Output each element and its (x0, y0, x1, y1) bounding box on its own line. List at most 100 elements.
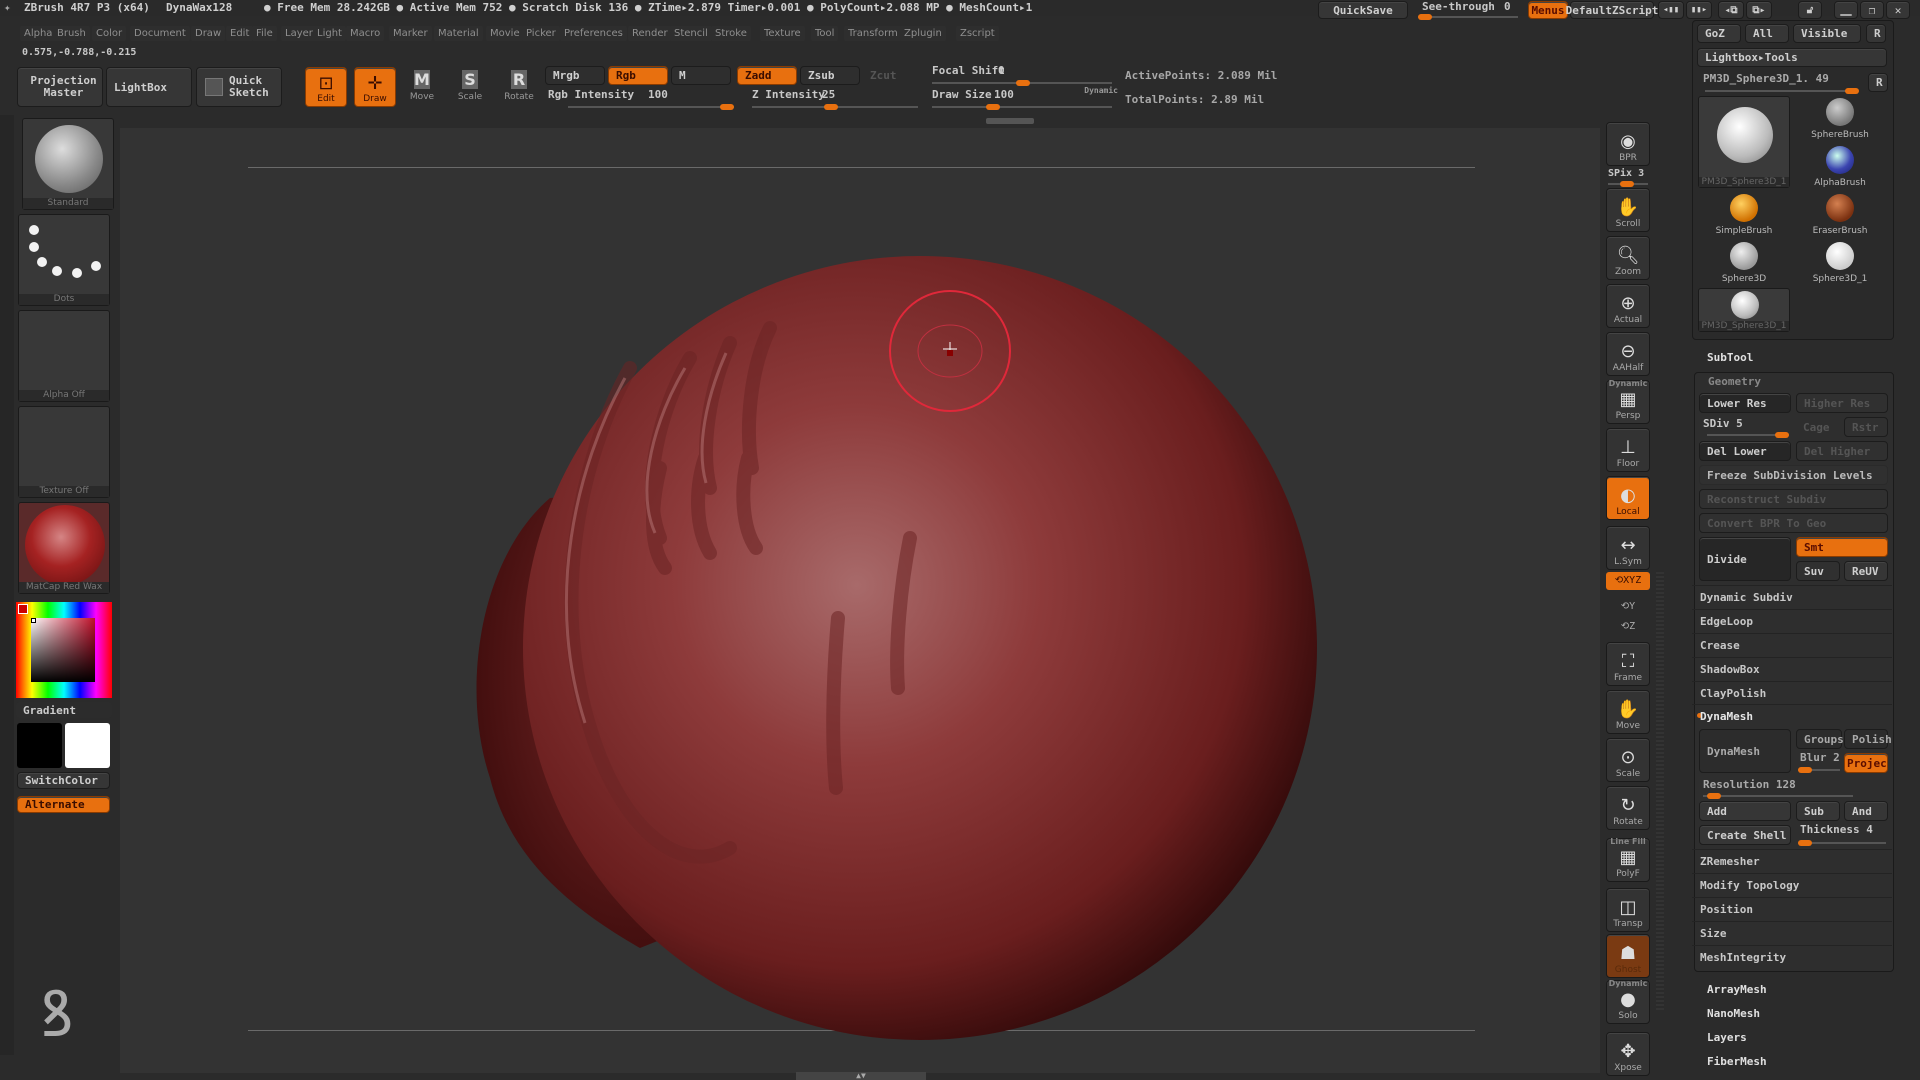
menu-material[interactable]: Material (434, 26, 483, 41)
menu-alpha[interactable]: Alpha (20, 26, 57, 41)
quicksave-button[interactable]: QuickSave (1318, 1, 1408, 19)
menu-picker[interactable]: Picker (522, 26, 560, 41)
lower-res-button[interactable]: Lower Res (1699, 393, 1791, 413)
menu-stencil[interactable]: Stencil (670, 26, 712, 41)
color-picker-cursor[interactable] (31, 618, 36, 623)
ghost-button[interactable]: ☗ Ghost (1606, 934, 1650, 978)
color-picker[interactable] (16, 602, 112, 698)
divide-button[interactable]: Divide (1699, 537, 1791, 581)
subpalette-layers[interactable]: Layers (1707, 1031, 1747, 1044)
spix-slider[interactable]: SPix 3 (1606, 166, 1650, 187)
subpalette-arraymesh[interactable]: ArrayMesh (1707, 983, 1767, 996)
scroll-button[interactable]: ✋ Scroll (1606, 188, 1650, 232)
menu-light[interactable]: Light (313, 26, 346, 41)
freeze-subdivision-button[interactable]: Freeze SubDivision Levels (1699, 465, 1888, 485)
floor-button[interactable]: ⊥ Floor (1606, 428, 1650, 472)
lock-icon[interactable]: 🔓︎ (1798, 1, 1822, 19)
section-meshintegrity[interactable]: MeshIntegrity (1692, 945, 1892, 967)
persp-button[interactable]: Dynamic ▦ Persp (1606, 379, 1650, 424)
menu-transform[interactable]: Transform (844, 26, 902, 41)
transp-button[interactable]: ◫ Transp (1606, 888, 1650, 932)
z-intensity-slider[interactable]: Z Intensity 25 (752, 88, 918, 110)
section-edgeloop[interactable]: EdgeLoop (1692, 609, 1892, 631)
goz-all-button[interactable]: All (1745, 24, 1789, 43)
del-higher-button[interactable]: Del Higher (1796, 441, 1888, 461)
section-dynamic-subdiv[interactable]: Dynamic Subdiv (1692, 585, 1892, 607)
tool-item[interactable]: AlphaBrush (1794, 144, 1886, 188)
local-button[interactable]: ◐ Local (1606, 476, 1650, 520)
section-claypolish[interactable]: ClayPolish (1692, 681, 1892, 703)
focal-shift-slider[interactable]: Focal Shift 0 (932, 64, 1112, 86)
m-button[interactable]: M (671, 66, 731, 85)
actual-button[interactable]: ⊕ Actual (1606, 284, 1650, 328)
menu-zplugin[interactable]: Zplugin (900, 26, 946, 41)
dynamesh-add-button[interactable]: Add (1699, 801, 1791, 821)
texture-selector[interactable]: Texture Off (18, 406, 110, 498)
rotate-button[interactable]: ↻ Rotate (1606, 786, 1650, 830)
frame-button[interactable]: ⛶ Frame (1606, 642, 1650, 686)
tool-item[interactable]: PM3D_Sphere3D_1 (1698, 96, 1790, 188)
alternate-button[interactable]: Alternate (17, 796, 110, 813)
blur-slider[interactable]: Blur 2 (1796, 751, 1842, 773)
polyf-button[interactable]: Line Fill ▦ PolyF (1606, 837, 1650, 882)
solo-button[interactable]: Dynamic ● Solo (1606, 979, 1650, 1024)
menu-color[interactable]: Color (92, 26, 127, 41)
lightbox-tools-button[interactable]: Lightbox▸Tools (1697, 48, 1887, 67)
dynamesh-groups-toggle[interactable]: Groups (1796, 729, 1844, 749)
dynamesh-project-toggle[interactable]: Project (1844, 753, 1888, 773)
close-icon[interactable]: ✕ (1886, 1, 1910, 19)
menu-stroke[interactable]: Stroke (711, 26, 751, 41)
layout-prev-icon[interactable]: ◂⧉ (1718, 1, 1744, 19)
smt-toggle[interactable]: Smt (1796, 537, 1888, 557)
tool-item[interactable]: Sphere3D_1 (1794, 240, 1886, 284)
rgb-intensity-slider[interactable]: Rgb Intensity 100 (548, 88, 734, 110)
subtool-subpalette[interactable]: SubTool (1707, 351, 1753, 364)
section-position[interactable]: Position (1692, 897, 1892, 919)
sculpt-mesh[interactable] (120, 128, 1600, 1073)
canvas-document[interactable] (120, 128, 1600, 1073)
reuv-button[interactable]: ReUV (1844, 561, 1888, 581)
dynamesh-polish-toggle[interactable]: Polish (1844, 729, 1892, 749)
rotate-mode-button[interactable]: R Rotate (498, 68, 540, 106)
xpose-button[interactable]: ✥ Xpose (1606, 1032, 1650, 1076)
section-shadowbox[interactable]: ShadowBox (1692, 657, 1892, 679)
gradient-toggle[interactable]: Gradient (16, 702, 112, 718)
saturation-value-square[interactable] (31, 618, 95, 682)
tool-reset-button[interactable]: R (1868, 73, 1888, 92)
tool-item[interactable]: SimpleBrush (1698, 192, 1790, 236)
scale-mode-button[interactable]: S Scale (450, 68, 490, 106)
create-shell-button[interactable]: Create Shell (1699, 825, 1791, 845)
thickness-slider[interactable]: Thickness 4 (1796, 823, 1888, 846)
top-shelf-scroll-handle[interactable] (986, 118, 1034, 124)
tool-item[interactable]: EraserBrush (1794, 192, 1886, 236)
minimize-icon[interactable]: ⎽ (1834, 1, 1858, 19)
cage-button[interactable]: Cage (1796, 417, 1842, 437)
move-mode-button[interactable]: M Move (402, 68, 442, 106)
move-button[interactable]: ✋ Move (1606, 690, 1650, 734)
reconstruct-subdiv-button[interactable]: Reconstruct Subdiv (1699, 489, 1888, 509)
bpr-button[interactable]: ◉ BPR (1606, 122, 1650, 166)
menus-toggle[interactable]: Menus (1528, 1, 1568, 19)
goz-visible-button[interactable]: Visible (1793, 24, 1861, 43)
rgb-button[interactable]: Rgb (608, 66, 668, 85)
section-modify-topology[interactable]: Modify Topology (1692, 873, 1892, 895)
projection-master-button[interactable]: Projection Master (17, 67, 103, 107)
brush-selector[interactable]: Standard (22, 118, 114, 210)
draw-mode-button[interactable]: ✛ Draw (354, 67, 396, 107)
dynamesh-sub-button[interactable]: Sub (1796, 801, 1840, 821)
aahalf-button[interactable]: ⊖ AAHalf (1606, 332, 1650, 376)
stroke-selector[interactable]: Dots (18, 214, 110, 306)
menu-zscript[interactable]: Zscript (956, 26, 999, 41)
restore-icon[interactable]: ❐ (1860, 1, 1884, 19)
menu-document[interactable]: Document (130, 26, 190, 41)
tool-item[interactable]: SphereBrush (1794, 96, 1886, 140)
lsym-button[interactable]: ↔ L.Sym (1606, 526, 1650, 570)
subpalette-nanomesh[interactable]: NanoMesh (1707, 1007, 1760, 1020)
menu-file[interactable]: File (252, 26, 277, 41)
tool-item[interactable]: Sphere3D (1698, 240, 1790, 284)
edit-mode-button[interactable]: ⊡ Edit (305, 67, 347, 107)
dynamic-size-toggle[interactable]: Dynamic (1066, 86, 1118, 98)
zsub-button[interactable]: Zsub (800, 66, 860, 85)
right-tray-scrollbar[interactable] (1656, 570, 1664, 1010)
menu-movie[interactable]: Movie (486, 26, 524, 41)
